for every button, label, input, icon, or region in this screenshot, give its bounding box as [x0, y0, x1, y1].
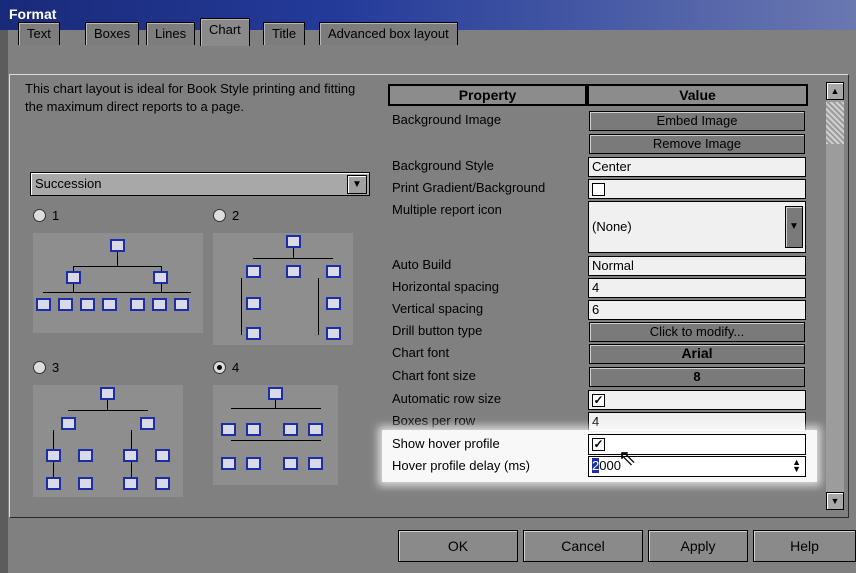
property-header[interactable]: Property — [388, 84, 587, 106]
layout-select[interactable]: Succession ▼ — [30, 172, 370, 196]
apply-button[interactable]: Apply — [648, 530, 748, 562]
property-label: Print Gradient/Background — [392, 180, 546, 195]
boxes-per-row-value[interactable]: 4 — [588, 412, 806, 432]
property-label: Horizontal spacing — [392, 279, 499, 294]
tab-chart[interactable]: Chart — [200, 18, 250, 46]
horizontal-spacing-value[interactable]: 4 — [588, 278, 806, 298]
property-label: Boxes per row — [392, 413, 476, 428]
checkbox-checked-icon[interactable]: ✓ — [592, 394, 605, 407]
layout-preview-1[interactable] — [33, 233, 203, 333]
layout-option-label: 4 — [232, 360, 240, 375]
layout-description: This chart layout is ideal for Book Styl… — [25, 81, 356, 114]
checkbox-unchecked-icon[interactable] — [592, 183, 605, 196]
chevron-down-icon[interactable]: ▼ — [347, 175, 367, 194]
vertical-spacing-value[interactable]: 6 — [588, 300, 806, 320]
cancel-button[interactable]: Cancel — [523, 530, 643, 562]
window-title: Format — [9, 6, 57, 22]
layout-option-3[interactable]: 3 — [33, 360, 59, 375]
mouse-pointer-icon: ⇖ — [618, 445, 637, 470]
spinner-icon[interactable]: ▲ ▼ — [792, 458, 801, 474]
chart-font-button[interactable]: Arial — [589, 344, 805, 364]
drill-button-type-button[interactable]: Click to modify... — [589, 322, 805, 342]
layout-preview-2[interactable] — [213, 233, 353, 345]
layout-option-label: 2 — [232, 208, 240, 223]
layout-preview-3[interactable] — [33, 385, 183, 497]
background-style-value[interactable]: Center — [588, 157, 806, 177]
property-label: Automatic row size — [392, 391, 502, 406]
vertical-scrollbar[interactable] — [826, 82, 844, 510]
checkbox-checked-icon[interactable]: ✓ — [592, 438, 605, 451]
ok-button[interactable]: OK — [398, 530, 518, 562]
layout-select-value: Succession — [35, 176, 102, 191]
property-label: Background Style — [392, 158, 494, 173]
property-label: Hover profile delay (ms) — [392, 458, 530, 473]
scroll-thumb[interactable] — [826, 102, 844, 144]
property-label: Chart font — [392, 345, 450, 360]
automatic-row-size-cell[interactable]: ✓ — [588, 390, 806, 410]
radio-button-icon[interactable] — [33, 361, 46, 374]
layout-option-label: 3 — [52, 360, 60, 375]
value-header[interactable]: Value — [587, 84, 808, 106]
multiple-report-icon-select[interactable]: (None) ▼ — [588, 201, 806, 253]
tab-boxes[interactable]: Boxes — [85, 22, 140, 45]
property-label: Vertical spacing — [392, 301, 484, 316]
scroll-down-icon[interactable]: ▼ — [826, 492, 844, 510]
help-button[interactable]: Help — [753, 530, 856, 562]
property-label: Auto Build — [392, 257, 452, 272]
property-label: Background Image — [392, 112, 502, 127]
layout-preview-4[interactable] — [213, 385, 338, 485]
radio-button-selected-icon[interactable] — [213, 361, 226, 374]
tab-text[interactable]: Text — [18, 22, 60, 45]
layout-option-2[interactable]: 2 — [213, 208, 239, 223]
auto-build-value[interactable]: Normal — [588, 256, 806, 276]
radio-button-icon[interactable] — [33, 209, 46, 222]
tab-lines[interactable]: Lines — [146, 22, 196, 45]
property-label: Chart font size — [392, 368, 476, 383]
multiple-report-icon-value: (None) — [592, 219, 632, 234]
property-label: Multiple report icon — [392, 202, 502, 217]
chart-font-size-button[interactable]: 8 — [589, 367, 805, 387]
tab-advanced-box-layout[interactable]: Advanced box layout — [319, 22, 458, 45]
remove-image-button[interactable]: Remove Image — [589, 134, 805, 154]
left-strip — [0, 30, 8, 573]
scroll-up-icon[interactable]: ▲ — [826, 82, 844, 100]
embed-image-button[interactable]: Embed Image — [589, 111, 805, 131]
chevron-down-icon[interactable]: ▼ — [785, 206, 803, 248]
print-gradient-cell[interactable] — [588, 179, 806, 199]
format-dialog: Format Text Boxes Lines Chart Title Adva… — [0, 0, 856, 573]
radio-button-icon[interactable] — [213, 209, 226, 222]
property-label: Show hover profile — [392, 436, 500, 451]
tab-title[interactable]: Title — [263, 22, 306, 45]
property-label: Drill button type — [392, 323, 483, 338]
layout-option-label: 1 — [52, 208, 60, 223]
layout-option-1[interactable]: 1 — [33, 208, 59, 223]
layout-option-4[interactable]: 4 — [213, 360, 239, 375]
